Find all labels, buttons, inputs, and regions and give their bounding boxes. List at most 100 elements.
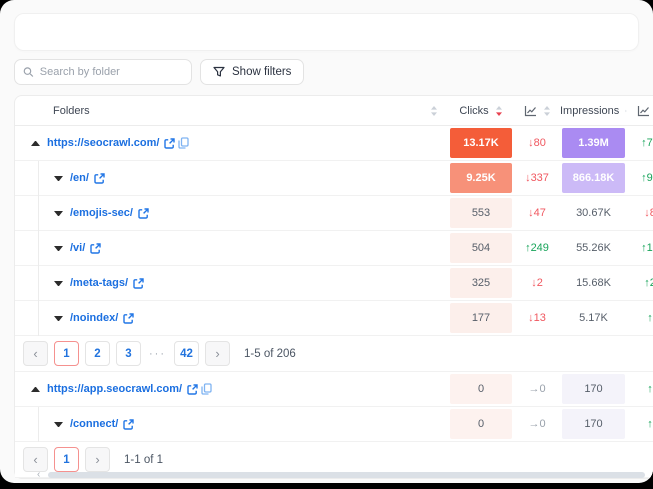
impressions-value: 15.68K bbox=[562, 268, 625, 298]
table-row: /emojis-sec/553↓4730.67K↓8 bbox=[15, 196, 653, 231]
clicks-change-value: ↓13 bbox=[528, 312, 546, 324]
page-button-1[interactable]: 1 bbox=[54, 447, 79, 472]
expand-toggle-icon[interactable] bbox=[54, 176, 63, 181]
app-window: Show filters Folders Clicks Impressions bbox=[0, 0, 653, 483]
page-button-3[interactable]: 3 bbox=[116, 341, 141, 366]
next-page-button[interactable]: › bbox=[205, 341, 230, 366]
pagination: ‹123···42›1-5 of 206 bbox=[15, 336, 653, 372]
collapse-toggle-icon[interactable] bbox=[31, 141, 40, 146]
impressions-value: 866.18K bbox=[562, 163, 625, 193]
clicks-value: 177 bbox=[450, 303, 512, 333]
copy-icon[interactable] bbox=[201, 383, 212, 395]
clicks-header-label: Clicks bbox=[459, 105, 488, 117]
expand-toggle-icon[interactable] bbox=[54, 211, 63, 216]
folder-cell: /en/ bbox=[15, 161, 448, 195]
clicks-change-value: →0 bbox=[528, 383, 545, 395]
copy-icon[interactable] bbox=[178, 137, 189, 149]
folder-link[interactable]: /en/ bbox=[70, 172, 89, 184]
scrollbar-left-arrow[interactable]: ‹ bbox=[37, 470, 40, 480]
impressions-value: 170 bbox=[562, 374, 625, 404]
impressions-cell: 1.39M bbox=[560, 126, 627, 160]
clicks-value: 325 bbox=[450, 268, 512, 298]
impressions-cell: 5.17K bbox=[560, 301, 627, 335]
sort-icon[interactable] bbox=[543, 105, 551, 117]
impressions-change-cell: ↓8 bbox=[627, 196, 653, 230]
external-link-icon[interactable] bbox=[94, 173, 105, 184]
search-input-wrapper[interactable] bbox=[14, 59, 192, 85]
folder-cell: https://seocrawl.com/ bbox=[15, 126, 448, 160]
external-link-icon[interactable] bbox=[90, 243, 101, 254]
sort-desc-icon[interactable] bbox=[495, 105, 503, 117]
impressions-change-cell: ↑74 bbox=[627, 126, 653, 160]
table-row: /meta-tags/325↓215.68K ↑2 bbox=[15, 266, 653, 301]
external-link-icon[interactable] bbox=[123, 419, 134, 430]
folder-link[interactable]: /noindex/ bbox=[70, 312, 118, 324]
impressions-value: 30.67K bbox=[562, 198, 625, 228]
expand-toggle-icon[interactable] bbox=[54, 281, 63, 286]
folder-link[interactable]: /connect/ bbox=[70, 418, 118, 430]
expand-toggle-icon[interactable] bbox=[54, 246, 63, 251]
column-header-clicks[interactable]: Clicks bbox=[448, 105, 514, 117]
external-link-icon[interactable] bbox=[138, 208, 149, 219]
filter-icon bbox=[213, 66, 225, 78]
expand-toggle-icon[interactable] bbox=[54, 422, 63, 427]
show-filters-label: Show filters bbox=[232, 66, 291, 78]
folder-link[interactable]: /emojis-sec/ bbox=[70, 207, 133, 219]
folders-table: Folders Clicks Impressions https://seocr… bbox=[14, 95, 653, 479]
folder-link[interactable]: https://seocrawl.com/ bbox=[47, 137, 159, 149]
external-link-icon[interactable] bbox=[133, 278, 144, 289]
page-button-2[interactable]: 2 bbox=[85, 341, 110, 366]
impressions-change-value: ↑18 bbox=[641, 242, 653, 254]
top-toolbar-card bbox=[14, 13, 639, 51]
prev-page-button[interactable]: ‹ bbox=[23, 341, 48, 366]
impressions-cell: 55.26K bbox=[560, 231, 627, 265]
clicks-value: 504 bbox=[450, 233, 512, 263]
folders-header-label: Folders bbox=[53, 105, 90, 117]
clicks-change-cell: ↓2 bbox=[514, 266, 560, 300]
table-header-row: Folders Clicks Impressions bbox=[15, 96, 653, 126]
clicks-change-cell: ↑249 bbox=[514, 231, 560, 265]
collapse-toggle-icon[interactable] bbox=[31, 387, 40, 392]
clicks-change-value: ↓337 bbox=[525, 172, 549, 184]
table-row: /connect/0→0170↑ bbox=[15, 407, 653, 442]
impressions-value: 55.26K bbox=[562, 233, 625, 263]
page-button-1[interactable]: 1 bbox=[54, 341, 79, 366]
folder-cell: /vi/ bbox=[15, 231, 448, 265]
column-header-folders[interactable]: Folders bbox=[15, 105, 448, 117]
show-filters-button[interactable]: Show filters bbox=[200, 59, 304, 85]
clicks-change-cell: →0 bbox=[514, 407, 560, 441]
expand-toggle-icon[interactable] bbox=[54, 316, 63, 321]
clicks-cell: 504 bbox=[448, 231, 514, 265]
column-header-impressions-trend[interactable] bbox=[627, 105, 653, 117]
next-page-button[interactable]: › bbox=[85, 447, 110, 472]
impressions-cell: 30.67K bbox=[560, 196, 627, 230]
search-input[interactable] bbox=[40, 66, 183, 78]
child-rows: /en/9.25K↓337866.18K↑95/emojis-sec/553↓4… bbox=[15, 161, 653, 336]
column-header-impressions[interactable]: Impressions bbox=[560, 105, 627, 117]
external-link-icon[interactable] bbox=[123, 313, 134, 324]
external-link-icon[interactable] bbox=[187, 384, 198, 395]
clicks-cell: 0 bbox=[448, 372, 514, 406]
impressions-change-value: ↑95 bbox=[641, 172, 653, 184]
page-button-42[interactable]: 42 bbox=[174, 341, 199, 366]
prev-page-button[interactable]: ‹ bbox=[23, 447, 48, 472]
impressions-cell: 170 bbox=[560, 372, 627, 406]
impressions-change-value: ↑2 bbox=[644, 277, 653, 289]
chart-icon bbox=[524, 105, 537, 117]
impressions-change-cell: ↑18 bbox=[627, 231, 653, 265]
clicks-change-cell: ↓47 bbox=[514, 196, 560, 230]
table-body: https://seocrawl.com/13.17K↓801.39M↑74/e… bbox=[15, 126, 653, 478]
chart-icon bbox=[637, 105, 650, 117]
sort-icon[interactable] bbox=[430, 105, 438, 117]
folder-cell: /emojis-sec/ bbox=[15, 196, 448, 230]
horizontal-scrollbar[interactable] bbox=[48, 472, 645, 478]
folder-link[interactable]: https://app.seocrawl.com/ bbox=[47, 383, 182, 395]
external-link-icon[interactable] bbox=[164, 138, 175, 149]
clicks-change-cell: ↓80 bbox=[514, 126, 560, 160]
clicks-value: 0 bbox=[450, 409, 512, 439]
column-header-clicks-trend[interactable] bbox=[514, 105, 560, 117]
folder-link[interactable]: /vi/ bbox=[70, 242, 85, 254]
table-row: /en/9.25K↓337866.18K↑95 bbox=[15, 161, 653, 196]
clicks-value: 553 bbox=[450, 198, 512, 228]
folder-link[interactable]: /meta-tags/ bbox=[70, 277, 128, 289]
